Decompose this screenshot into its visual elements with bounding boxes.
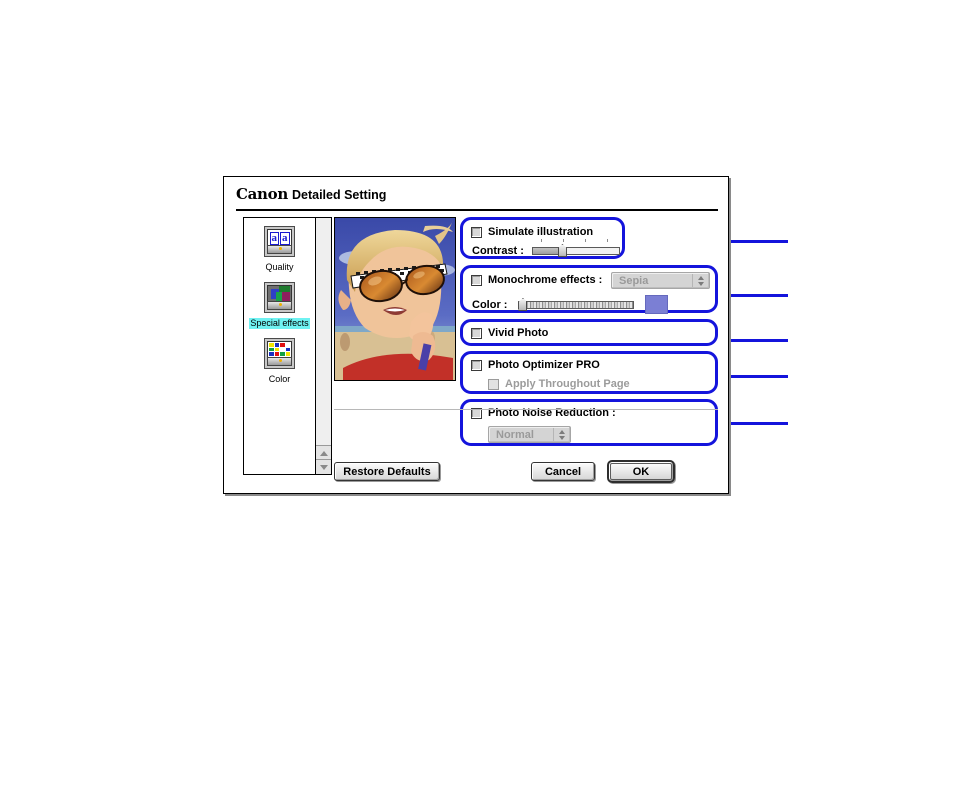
- contrast-slider-track: [531, 247, 620, 255]
- group-simulate-illustration: Simulate illustration Contrast :: [460, 217, 625, 259]
- sidebar-item-label-special-effects: Special effects: [249, 318, 310, 329]
- scroll-down-arrow-icon[interactable]: [316, 459, 331, 474]
- photo-optimizer-pro-label: Photo Optimizer PRO: [488, 359, 600, 371]
- photo-optimizer-pro-checkbox[interactable]: [471, 359, 482, 371]
- special-effects-icon: [264, 282, 295, 313]
- group-photo-optimizer-pro: Photo Optimizer PRO Apply Throughout Pag…: [460, 351, 718, 394]
- ok-button[interactable]: OK: [607, 460, 675, 483]
- contrast-slider[interactable]: [531, 239, 620, 257]
- simulate-illustration-row[interactable]: Simulate illustration: [471, 226, 593, 238]
- monochrome-effects-select-value: Sepia: [619, 274, 649, 287]
- color-icon: [264, 338, 295, 369]
- simulate-illustration-checkbox[interactable]: [471, 226, 482, 238]
- photo-optimizer-pro-row[interactable]: Photo Optimizer PRO: [471, 359, 600, 371]
- scroll-up-arrow-icon[interactable]: [316, 445, 331, 460]
- apply-throughout-page-row: Apply Throughout Page: [488, 378, 630, 390]
- monochrome-effects-checkbox[interactable]: [471, 274, 482, 286]
- restore-defaults-label: Restore Defaults: [343, 465, 431, 478]
- color-slider-track: [518, 301, 635, 309]
- contrast-slider-thumb[interactable]: [557, 244, 567, 257]
- color-slider[interactable]: [518, 298, 635, 311]
- contrast-slider-ticks: [532, 239, 620, 244]
- scrollbar-track[interactable]: [316, 218, 331, 446]
- sidebar-scrollbar[interactable]: [315, 218, 331, 474]
- bottom-divider: [334, 409, 718, 410]
- sidebar-item-color[interactable]: Color: [244, 338, 315, 387]
- sidebar-item-special-effects[interactable]: Special effects: [244, 282, 315, 331]
- sidebar-item-label-color: Color: [268, 374, 291, 384]
- vivid-photo-checkbox[interactable]: [471, 327, 482, 339]
- simulate-illustration-label: Simulate illustration: [488, 226, 594, 238]
- title-divider: [236, 209, 718, 211]
- vivid-photo-label: Vivid Photo: [488, 327, 549, 339]
- canon-logo: Canon: [236, 185, 288, 203]
- detailed-setting-dialog: Canon Detailed Setting aa Quality Specia…: [223, 176, 729, 494]
- sidebar-item-quality[interactable]: aa Quality: [244, 226, 315, 275]
- photo-noise-reduction-select[interactable]: Normal: [488, 426, 571, 443]
- apply-throughout-page-checkbox: [488, 378, 499, 390]
- color-row: Color :: [472, 295, 669, 314]
- color-slider-thumb[interactable]: [518, 298, 528, 311]
- vivid-photo-row[interactable]: Vivid Photo: [471, 327, 548, 339]
- restore-defaults-button[interactable]: Restore Defaults: [334, 462, 440, 481]
- monochrome-effects-row[interactable]: Monochrome effects :: [471, 274, 602, 286]
- contrast-row: Contrast :: [472, 239, 620, 257]
- ok-label: OK: [632, 465, 650, 478]
- group-photo-noise-reduction: Photo Noise Reduction : Normal: [460, 399, 718, 446]
- stepper-arrows-icon: [559, 429, 565, 440]
- group-monochrome-effects: Monochrome effects : Sepia Color :: [460, 265, 718, 314]
- cancel-label: Cancel: [544, 465, 582, 478]
- settings-icon-list-content: aa Quality Special effects Color: [244, 218, 315, 474]
- dialog-title: Canon Detailed Setting: [236, 185, 718, 211]
- monochrome-effects-select[interactable]: Sepia: [611, 272, 710, 289]
- stepper-arrows-icon: [698, 275, 704, 286]
- contrast-label: Contrast :: [472, 244, 524, 257]
- photo-noise-reduction-select-value: Normal: [496, 428, 534, 441]
- color-label: Color :: [472, 298, 508, 311]
- page-title: Detailed Setting: [291, 188, 387, 202]
- monochrome-effects-label: Monochrome effects :: [488, 274, 603, 286]
- group-vivid-photo: Vivid Photo: [460, 319, 718, 346]
- apply-throughout-page-label: Apply Throughout Page: [505, 378, 630, 390]
- quality-icon: aa: [264, 226, 295, 257]
- preview-image: [334, 217, 456, 381]
- color-swatch[interactable]: [645, 295, 669, 314]
- sidebar-item-label-quality: Quality: [265, 262, 294, 272]
- settings-icon-list[interactable]: aa Quality Special effects Color: [243, 217, 332, 475]
- cancel-button[interactable]: Cancel: [531, 462, 595, 481]
